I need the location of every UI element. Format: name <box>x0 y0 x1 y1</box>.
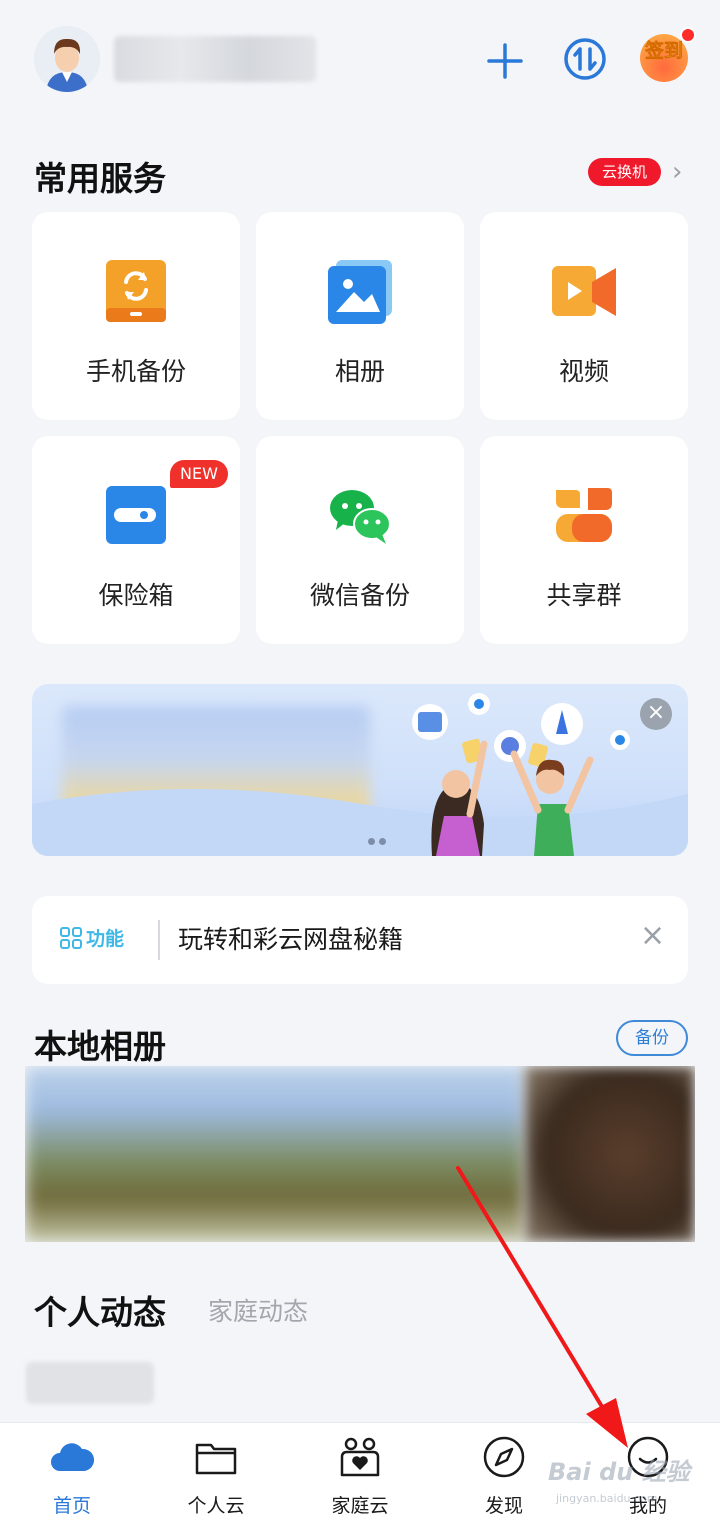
feature-tag-label: 功能 <box>86 928 125 950</box>
add-button[interactable] <box>482 38 528 84</box>
service-tile-phone-backup[interactable]: 手机备份 <box>32 212 240 420</box>
folder-icon <box>195 1443 237 1475</box>
new-badge: NEW <box>170 460 228 488</box>
activity-blurred-content <box>26 1362 154 1404</box>
service-label: 保险箱 <box>98 581 174 610</box>
transfer-button[interactable] <box>562 36 608 82</box>
nav-label: 发现 <box>484 1495 523 1517</box>
chevron-right-icon[interactable]: › <box>672 158 682 186</box>
promo-banner[interactable] <box>32 684 688 856</box>
grid-icon <box>60 927 82 949</box>
safe-icon <box>106 486 166 544</box>
transfer-icon <box>564 38 606 80</box>
feature-tip-bar[interactable]: 功能 玩转和彩云网盘秘籍 × <box>32 896 688 984</box>
nav-discover[interactable]: 发现 <box>444 1423 564 1521</box>
watermark-url: jingyan.baidu.com <box>556 1492 658 1505</box>
service-tile-wechat[interactable]: 微信备份 <box>256 436 464 644</box>
family-icon <box>340 1437 380 1477</box>
nav-personal-cloud[interactable]: 个人云 <box>156 1423 276 1521</box>
carousel-dots <box>368 830 390 849</box>
service-tile-video[interactable]: 视频 <box>480 212 688 420</box>
local-album-title: 本地相册 <box>34 1027 166 1066</box>
service-tile-share-group[interactable]: 共享群 <box>480 436 688 644</box>
sign-in-button[interactable]: 签到 <box>640 34 688 82</box>
tab-personal-activity[interactable]: 个人动态 <box>34 1286 166 1334</box>
username-blurred <box>114 36 316 82</box>
service-label: 微信备份 <box>309 581 410 610</box>
user-avatar[interactable] <box>34 26 100 92</box>
compass-icon <box>483 1436 525 1478</box>
local-album-thumbnails[interactable] <box>25 1066 695 1242</box>
photo-thumbnail[interactable] <box>25 1066 525 1242</box>
wechat-icon <box>330 490 391 544</box>
cloud-switch-badge[interactable]: 云换机 <box>588 158 662 186</box>
notification-dot <box>680 27 696 43</box>
service-label: 手机备份 <box>85 357 186 386</box>
feature-tag: 功能 <box>60 924 124 951</box>
divider <box>158 920 160 960</box>
service-label: 共享群 <box>546 581 622 610</box>
service-tile-album[interactable]: 相册 <box>256 212 464 420</box>
services-title: 常用服务 <box>34 159 166 198</box>
tip-text: 玩转和彩云网盘秘籍 <box>178 925 404 954</box>
watermark: Bai du 经验 <box>548 1458 690 1486</box>
plus-icon <box>487 43 523 79</box>
phone-backup-icon <box>106 260 166 322</box>
nav-label: 首页 <box>52 1495 91 1517</box>
nav-home[interactable]: 首页 <box>12 1423 132 1521</box>
service-label: 相册 <box>334 357 385 386</box>
service-label: 视频 <box>558 357 609 386</box>
cloud-icon <box>51 1443 94 1471</box>
backup-button[interactable]: 备份 <box>616 1020 688 1056</box>
tab-family-activity[interactable]: 家庭动态 <box>208 1292 308 1328</box>
banner-illustration <box>32 693 688 856</box>
nav-label: 家庭云 <box>331 1495 389 1517</box>
nav-label: 个人云 <box>187 1495 245 1517</box>
album-icon <box>328 260 392 324</box>
nav-family-cloud[interactable]: 家庭云 <box>300 1423 420 1521</box>
photo-thumbnail[interactable] <box>525 1066 695 1242</box>
banner-close-icon[interactable]: × <box>640 698 672 730</box>
video-icon <box>552 266 616 316</box>
share-group-icon <box>556 488 612 542</box>
tip-close-icon[interactable]: × <box>640 918 665 953</box>
